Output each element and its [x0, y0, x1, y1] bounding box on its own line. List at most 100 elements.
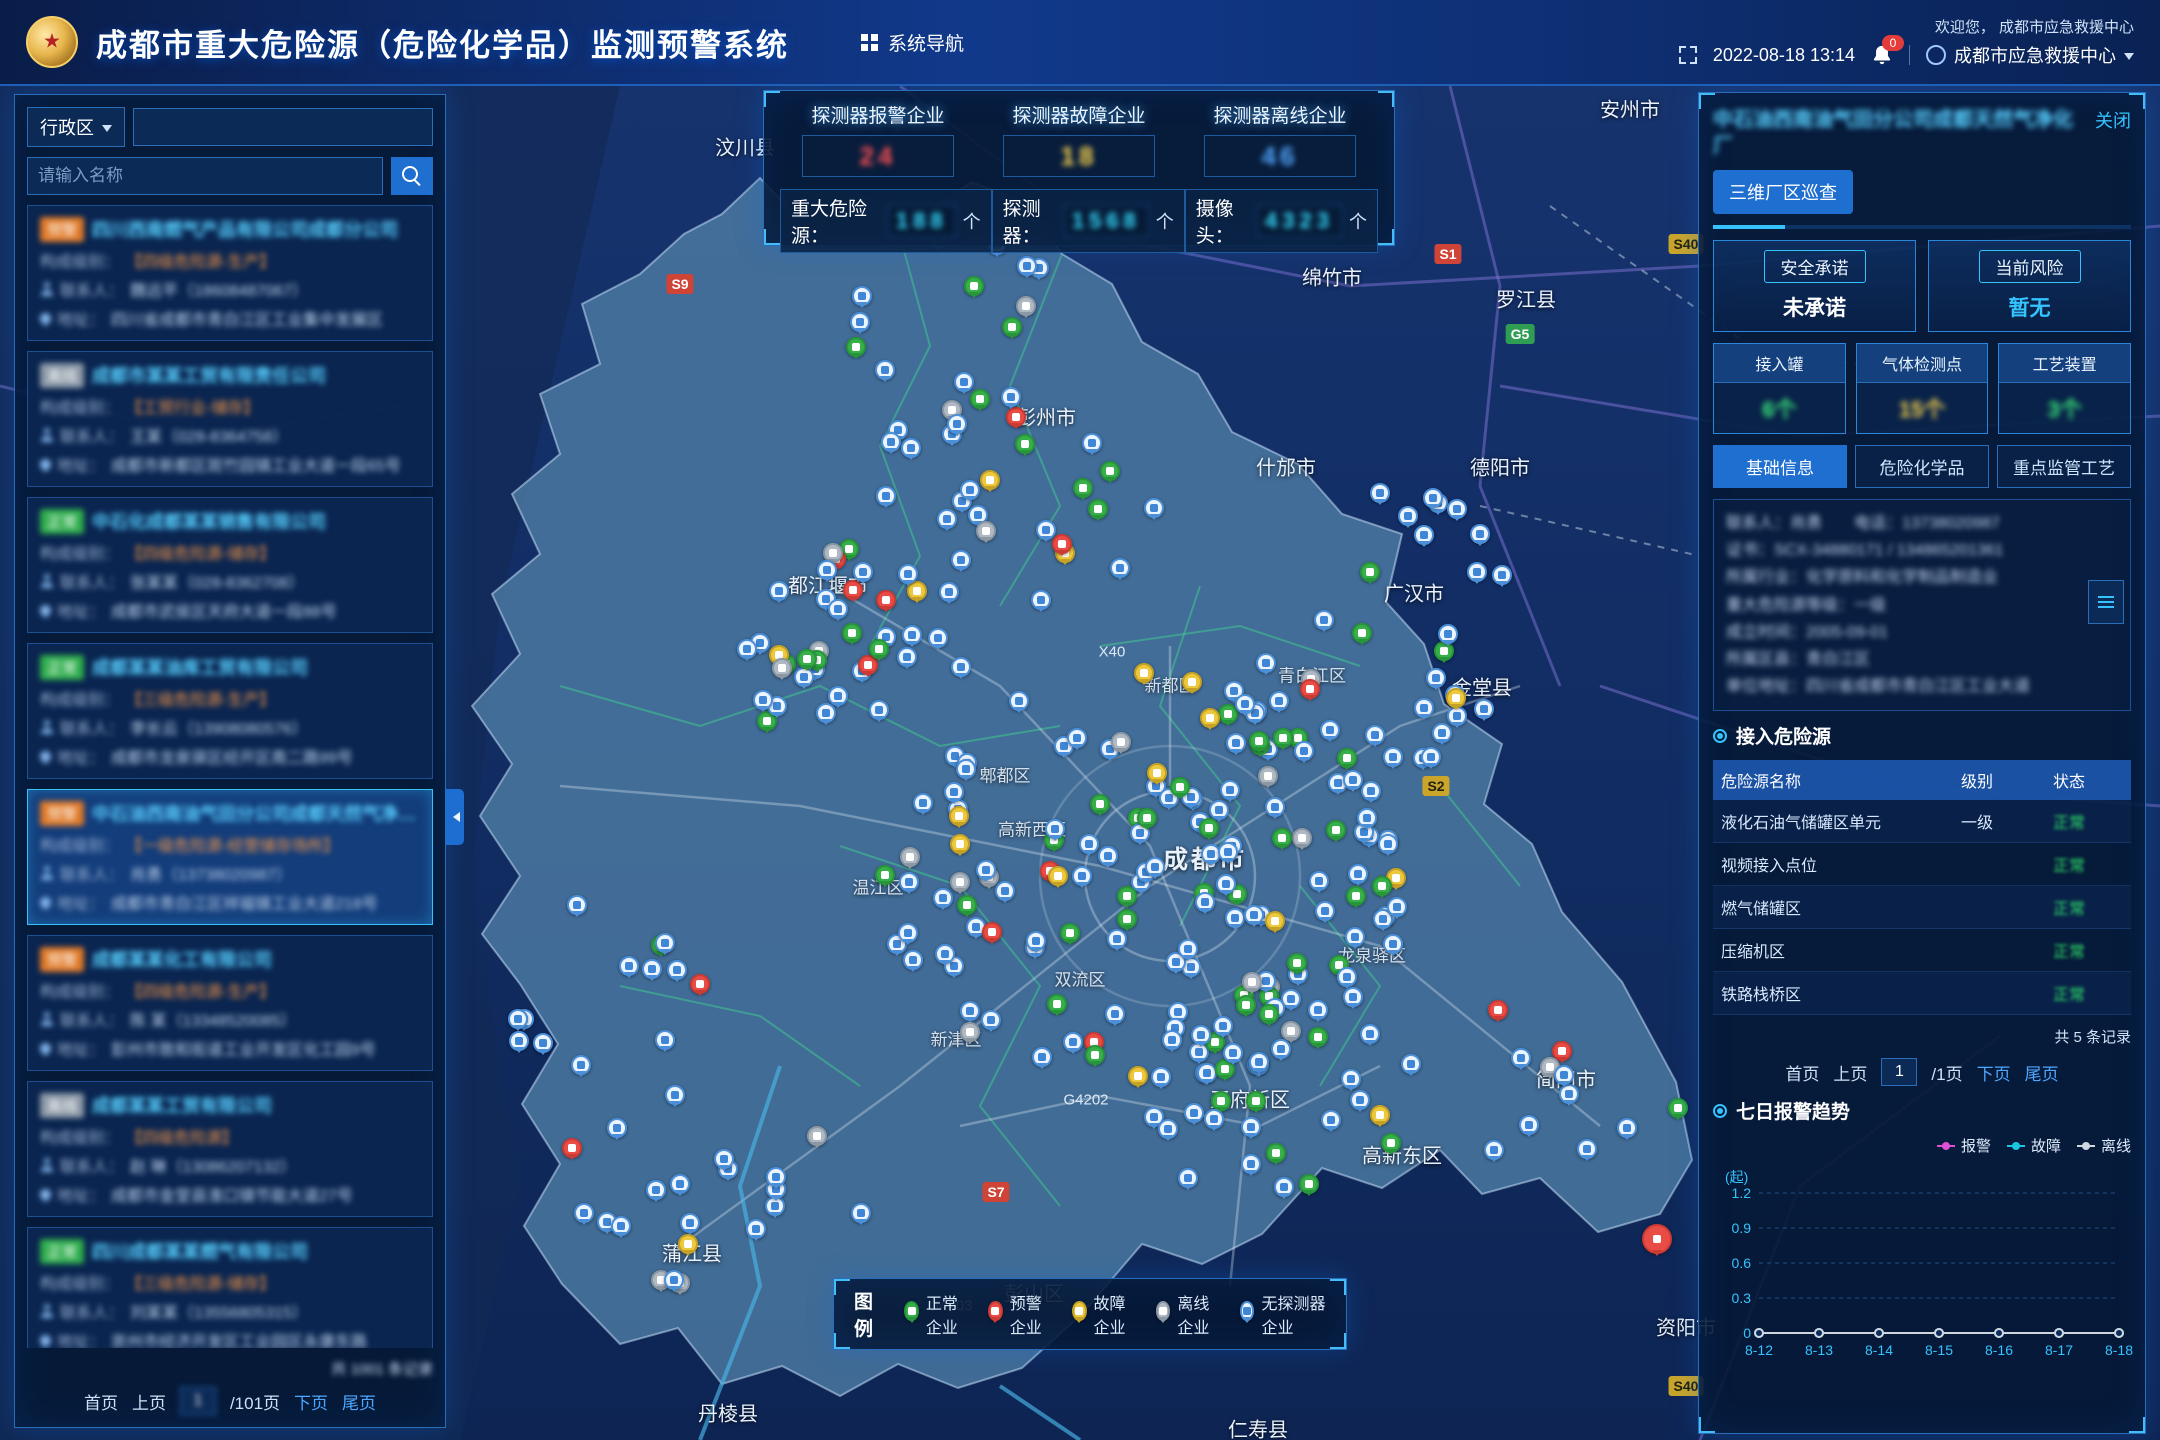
company-list-item[interactable]: 预警四川西南燃气产品有限公司成都分公司构成级别：【四级危险源-生产】联系人：魏远… [27, 205, 433, 341]
map-marker-normal[interactable] [1272, 828, 1292, 848]
map-marker-fault[interactable] [1370, 1105, 1390, 1125]
page-first-button[interactable]: 首页 [84, 1389, 118, 1414]
map-marker-none[interactable] [571, 1055, 591, 1075]
map-marker-none[interactable] [937, 509, 957, 529]
company-list-item[interactable]: 预警成都某某化工有限公司构成级别：【四级危险源-生产】联系人：陈 某（13348… [27, 935, 433, 1071]
map-marker-offline[interactable] [950, 872, 970, 892]
map-marker-none[interactable] [850, 312, 870, 332]
hz-page-input[interactable]: 1 [1881, 1058, 1917, 1086]
map-marker-none[interactable] [951, 550, 971, 570]
map-marker-none[interactable] [1220, 780, 1240, 800]
map-marker-none[interactable] [1031, 590, 1051, 610]
map-marker-none[interactable] [1378, 834, 1398, 854]
map-marker-none[interactable] [1271, 1039, 1291, 1059]
map-marker-none[interactable] [655, 1030, 675, 1050]
map-marker-none[interactable] [1360, 1024, 1380, 1044]
map-marker-none[interactable] [1235, 694, 1255, 714]
map-marker-none[interactable] [981, 1010, 1001, 1030]
map-marker-normal[interactable] [1211, 1091, 1231, 1111]
map-marker-none[interactable] [680, 1213, 700, 1233]
map-marker-none[interactable] [1447, 499, 1467, 519]
map-marker-alarm[interactable] [1300, 679, 1320, 699]
hz-page-next-button[interactable]: 下页 [1977, 1060, 2011, 1085]
map-marker-none[interactable] [769, 581, 789, 601]
map-marker-none[interactable] [670, 1174, 690, 1194]
map-marker-none[interactable] [898, 923, 918, 943]
map-marker-none[interactable] [1519, 1115, 1539, 1135]
map-marker-normal[interactable] [1117, 886, 1137, 906]
map-marker-none[interactable] [1082, 433, 1102, 453]
map-marker-none[interactable] [714, 1149, 734, 1169]
search-button[interactable] [391, 157, 433, 195]
map-marker-offline[interactable] [1242, 972, 1262, 992]
map-marker-none[interactable] [1345, 927, 1365, 947]
map-marker-none[interactable] [1144, 498, 1164, 518]
trend-legend-item[interactable]: 离线 [2077, 1135, 2131, 1156]
map-marker-fault[interactable] [1147, 763, 1167, 783]
map-marker-none[interactable] [533, 1033, 553, 1053]
map-marker-none[interactable] [898, 564, 918, 584]
map-marker-normal[interactable] [1299, 1174, 1319, 1194]
map-marker-none[interactable] [876, 486, 896, 506]
map-marker-none[interactable] [1370, 483, 1390, 503]
district-select[interactable] [133, 108, 433, 146]
map-marker-fault[interactable] [1128, 1066, 1148, 1086]
map-marker-none[interactable] [1244, 905, 1264, 925]
close-button[interactable]: 关闭 [2095, 107, 2131, 133]
map-marker-normal[interactable] [1015, 434, 1035, 454]
map-marker-normal[interactable] [1273, 728, 1293, 748]
map-marker-offline[interactable] [1258, 766, 1278, 786]
map-marker-none[interactable] [903, 950, 923, 970]
map-marker-fault[interactable] [980, 470, 1000, 490]
map-marker-none[interactable] [1216, 874, 1236, 894]
company-list-item[interactable]: 离线成都市某某工贸有限责任公司构成级别：【工贸行业-储存】联系人：王某（028-… [27, 351, 433, 487]
map-marker-alarm[interactable] [1642, 1224, 1672, 1254]
map-marker-none[interactable] [935, 944, 955, 964]
map-marker-none[interactable] [1032, 1047, 1052, 1067]
map-marker-offline[interactable] [1016, 296, 1036, 316]
map-marker-none[interactable] [954, 372, 974, 392]
map-marker-none[interactable] [1343, 987, 1363, 1007]
map-marker-normal[interactable] [842, 623, 862, 643]
map-marker-none[interactable] [1308, 1000, 1328, 1020]
map-marker-none[interactable] [901, 438, 921, 458]
map-marker-none[interactable] [607, 1118, 627, 1138]
map-marker-none[interactable] [1432, 723, 1452, 743]
map-marker-normal[interactable] [1060, 923, 1080, 943]
map-marker-none[interactable] [899, 872, 919, 892]
map-marker-none[interactable] [828, 599, 848, 619]
map-marker-normal[interactable] [1073, 478, 1093, 498]
map-marker-none[interactable] [1357, 808, 1377, 828]
sidebar-collapse-button[interactable] [446, 789, 464, 845]
map-marker-none[interactable] [1321, 1110, 1341, 1130]
map-marker-offline[interactable] [960, 1022, 980, 1042]
map-marker-none[interactable] [960, 1001, 980, 1021]
page-next-button[interactable]: 下页 [294, 1389, 328, 1414]
map-marker-normal[interactable] [1137, 808, 1157, 828]
map-marker-normal[interactable] [875, 865, 895, 885]
map-marker-fault[interactable] [949, 806, 969, 826]
map-marker-none[interactable] [1226, 733, 1246, 753]
map-marker-none[interactable] [1423, 488, 1443, 508]
map-marker-none[interactable] [853, 562, 873, 582]
map-marker-none[interactable] [753, 690, 773, 710]
map-marker-none[interactable] [1178, 1168, 1198, 1188]
map-marker-alarm[interactable] [1488, 1000, 1508, 1020]
map-marker-none[interactable] [509, 1031, 529, 1051]
map-marker-none[interactable] [1009, 691, 1029, 711]
map-marker-none[interactable] [1162, 1030, 1182, 1050]
map-marker-offline[interactable] [807, 1126, 827, 1146]
map-marker-none[interactable] [902, 625, 922, 645]
map-marker-none[interactable] [1348, 864, 1368, 884]
map-marker-none[interactable] [817, 560, 837, 580]
map-marker-none[interactable] [1265, 797, 1285, 817]
map-marker-none[interactable] [1484, 1140, 1504, 1160]
map-marker-none[interactable] [664, 1270, 684, 1290]
map-marker-fault[interactable] [950, 834, 970, 854]
map-marker-none[interactable] [939, 582, 959, 602]
map-marker-normal[interactable] [970, 389, 990, 409]
map-marker-none[interactable] [1577, 1139, 1597, 1159]
map-marker-none[interactable] [508, 1009, 528, 1029]
map-marker-normal[interactable] [1360, 562, 1380, 582]
map-marker-none[interactable] [1063, 1032, 1083, 1052]
